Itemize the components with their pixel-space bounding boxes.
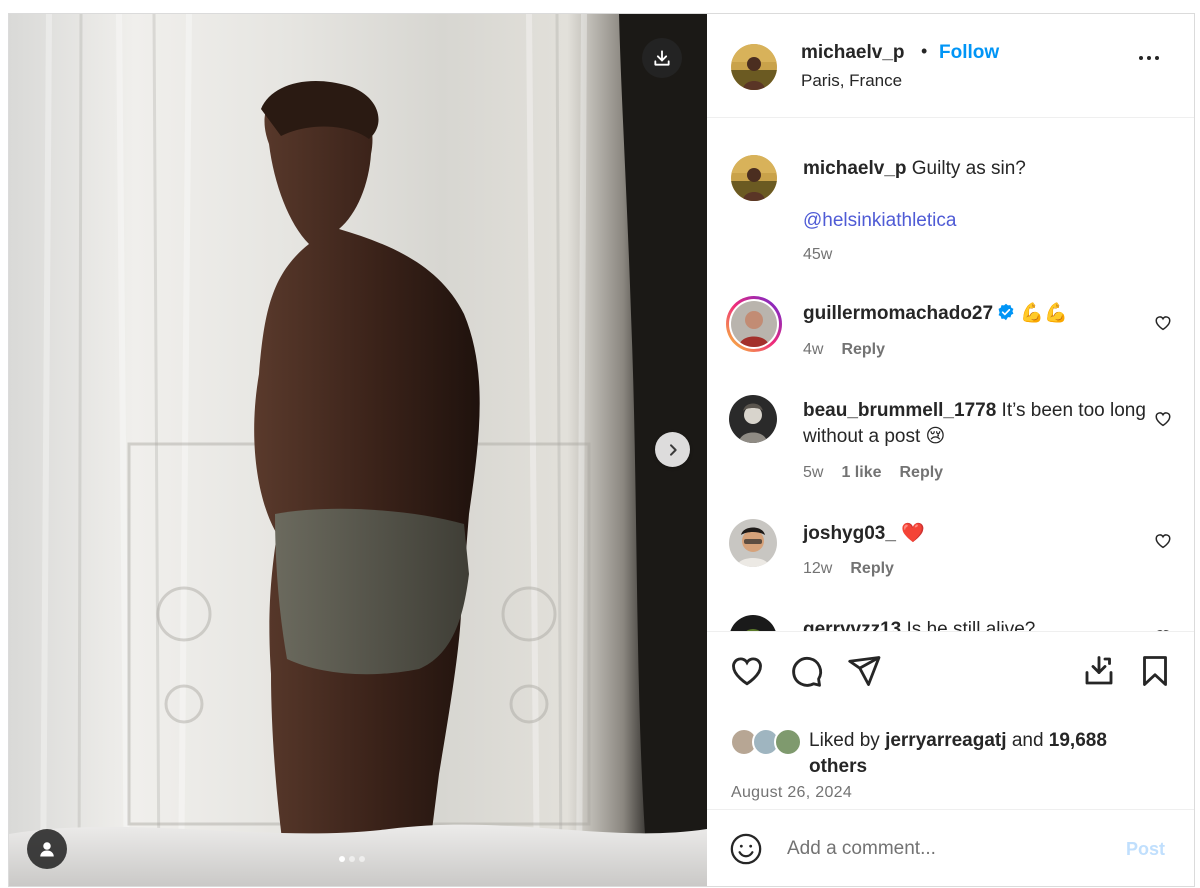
post-side-panel: michaelv_p • Follow Paris, France michae…: [707, 14, 1194, 886]
download-icon: [654, 50, 670, 66]
bookmark-icon[interactable]: [1137, 653, 1173, 689]
comment-meta: 5w 1 like Reply: [803, 464, 943, 482]
comment-icon[interactable]: [788, 653, 824, 689]
comment-avatar-story-ring[interactable]: [726, 296, 782, 352]
caption-avatar[interactable]: [731, 155, 777, 201]
reply-button[interactable]: Reply: [850, 560, 894, 578]
post-media[interactable]: [9, 14, 707, 886]
like-comment-heart-icon[interactable]: [1154, 314, 1172, 332]
comment-username[interactable]: joshyg03_: [803, 523, 896, 544]
caption-mention[interactable]: @helsinkiathletica: [803, 208, 956, 234]
comment-row: joshyg03_ ❤️: [803, 521, 1143, 547]
comment-row: gerryvzz13 Is he still alive?: [803, 617, 1143, 631]
download-button[interactable]: [642, 38, 682, 78]
liked-by-avatars[interactable]: [729, 727, 805, 762]
save-to-collection-icon[interactable]: [1081, 653, 1117, 689]
media-dot: [349, 856, 355, 862]
comment-age[interactable]: 4w: [803, 341, 823, 359]
caption: michaelv_p Guilty as sin?: [803, 156, 1153, 182]
comment-avatar[interactable]: [729, 395, 777, 443]
caption-meta: 45w: [803, 246, 832, 264]
author-username[interactable]: michaelv_p: [801, 42, 905, 64]
like-comment-heart-icon[interactable]: [1154, 532, 1172, 550]
emoji-icon[interactable]: [729, 832, 763, 866]
add-comment-input[interactable]: [787, 832, 1097, 866]
chevron-right-icon: [669, 443, 677, 456]
likes-and: and: [1011, 730, 1044, 751]
verified-badge-icon: [998, 303, 1014, 321]
author-avatar[interactable]: [731, 44, 777, 90]
reply-button[interactable]: Reply: [841, 341, 885, 359]
reply-button[interactable]: Reply: [899, 464, 943, 482]
post-comment-button[interactable]: Post: [1126, 839, 1165, 860]
comment-age[interactable]: 5w: [803, 464, 823, 482]
post-date[interactable]: August 26, 2024: [731, 784, 852, 802]
comment-text: 💪💪: [1020, 303, 1068, 324]
header-separator: •: [921, 41, 928, 61]
add-comment-bar: Post: [707, 809, 1194, 886]
more-options-button[interactable]: [1139, 56, 1159, 60]
next-media-button[interactable]: [655, 432, 690, 467]
comment-username[interactable]: guillermomachado27: [803, 303, 993, 324]
comment-avatar[interactable]: [729, 519, 777, 567]
tagged-users-button[interactable]: [27, 829, 67, 869]
post-actions: Liked by jerryarreagatj and 19,688 other…: [707, 631, 1194, 823]
likes-summary[interactable]: Liked by jerryarreagatj and 19,688 other…: [809, 728, 1169, 780]
comment-meta: 12w Reply: [803, 560, 894, 578]
likes-prefix: Liked by: [809, 730, 880, 751]
post-header: michaelv_p • Follow Paris, France: [707, 14, 1194, 118]
comment-username[interactable]: beau_brummell_1778: [803, 400, 996, 421]
comment-username[interactable]: gerryvzz13: [803, 619, 901, 631]
share-icon[interactable]: [846, 653, 882, 689]
post-location[interactable]: Paris, France: [801, 71, 902, 91]
like-comment-heart-icon[interactable]: [1154, 410, 1172, 428]
comment-row: guillermomachado27 💪💪: [803, 301, 1143, 327]
caption-text: Guilty as sin?: [911, 158, 1026, 179]
liked-by-user[interactable]: jerryarreagatj: [885, 730, 1006, 751]
comment-likes[interactable]: 1 like: [841, 464, 881, 482]
caption-username[interactable]: michaelv_p: [803, 158, 907, 179]
caption-age[interactable]: 45w: [803, 246, 832, 264]
comment-avatar[interactable]: [729, 615, 777, 631]
likes-others[interactable]: others: [809, 756, 867, 777]
more-horizontal-icon: [1139, 56, 1143, 60]
media-dot: [339, 856, 345, 862]
comment-text: Is he still alive?: [906, 619, 1036, 631]
follow-button[interactable]: Follow: [939, 42, 999, 64]
media-dot: [359, 856, 365, 862]
comment-age[interactable]: 12w: [803, 560, 832, 578]
comment-row: beau_brummell_1778 It’s been too long wi…: [803, 398, 1148, 450]
likes-count[interactable]: 19,688: [1049, 730, 1107, 751]
user-tag-icon: [40, 842, 54, 857]
post-photo: [9, 14, 707, 886]
media-pagination-dots: [339, 856, 365, 862]
heart-icon[interactable]: [729, 653, 765, 689]
comments-list[interactable]: michaelv_p Guilty as sin? @helsinkiathle…: [707, 119, 1194, 631]
comment-text: ❤️: [901, 523, 925, 544]
post-dialog: michaelv_p • Follow Paris, France michae…: [8, 13, 1195, 887]
comment-meta: 4w Reply: [803, 341, 885, 359]
